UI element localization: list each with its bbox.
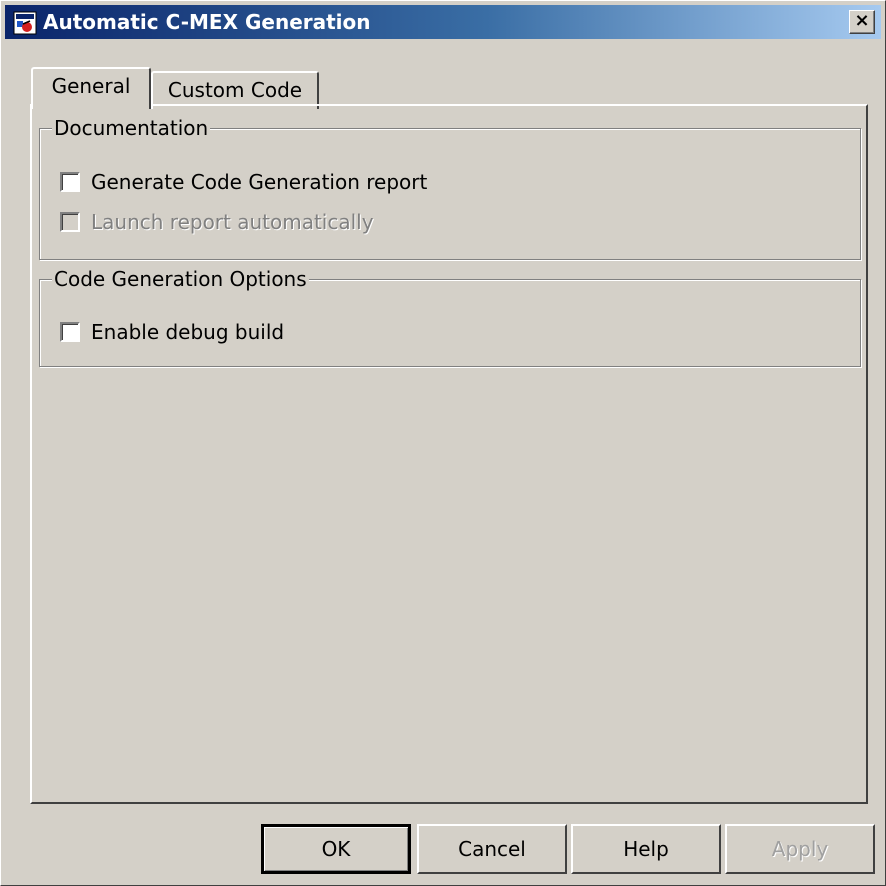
documentation-group: Documentation Generate Code Generation r… [39,115,861,260]
close-button[interactable]: × [849,10,875,34]
dialog-window: Automatic C-MEX Generation × General Cus… [0,0,886,886]
tab-custom-code-label: Custom Code [167,78,303,102]
enable-debug-build-checkbox[interactable] [60,322,80,342]
tab-general[interactable]: General [31,67,151,109]
window-title: Automatic C-MEX Generation [43,10,371,34]
cancel-button-label: Cancel [458,837,526,861]
simulink-app-icon [13,11,37,35]
launch-report-checkbox [60,212,80,232]
enable-debug-build-label: Enable debug build [91,320,285,344]
title-bar[interactable]: Automatic C-MEX Generation × [5,5,881,39]
apply-button: Apply [725,824,875,874]
help-button-label: Help [623,837,669,861]
tab-general-label: General [51,74,131,98]
close-icon: × [854,10,870,31]
documentation-group-title: Documentation [52,115,211,141]
generate-report-label: Generate Code Generation report [91,170,428,194]
cancel-button[interactable]: Cancel [417,824,567,874]
tab-panel-general: Documentation Generate Code Generation r… [30,104,868,804]
code-generation-options-group-title: Code Generation Options [52,266,309,292]
ok-button[interactable]: OK [261,824,411,874]
generate-report-checkbox[interactable] [60,172,80,192]
launch-report-label: Launch report automatically [91,210,374,234]
help-button[interactable]: Help [571,824,721,874]
ok-button-label: OK [321,837,351,861]
code-generation-options-group: Code Generation Options Enable debug bui… [39,266,861,367]
apply-button-label: Apply [771,837,829,861]
